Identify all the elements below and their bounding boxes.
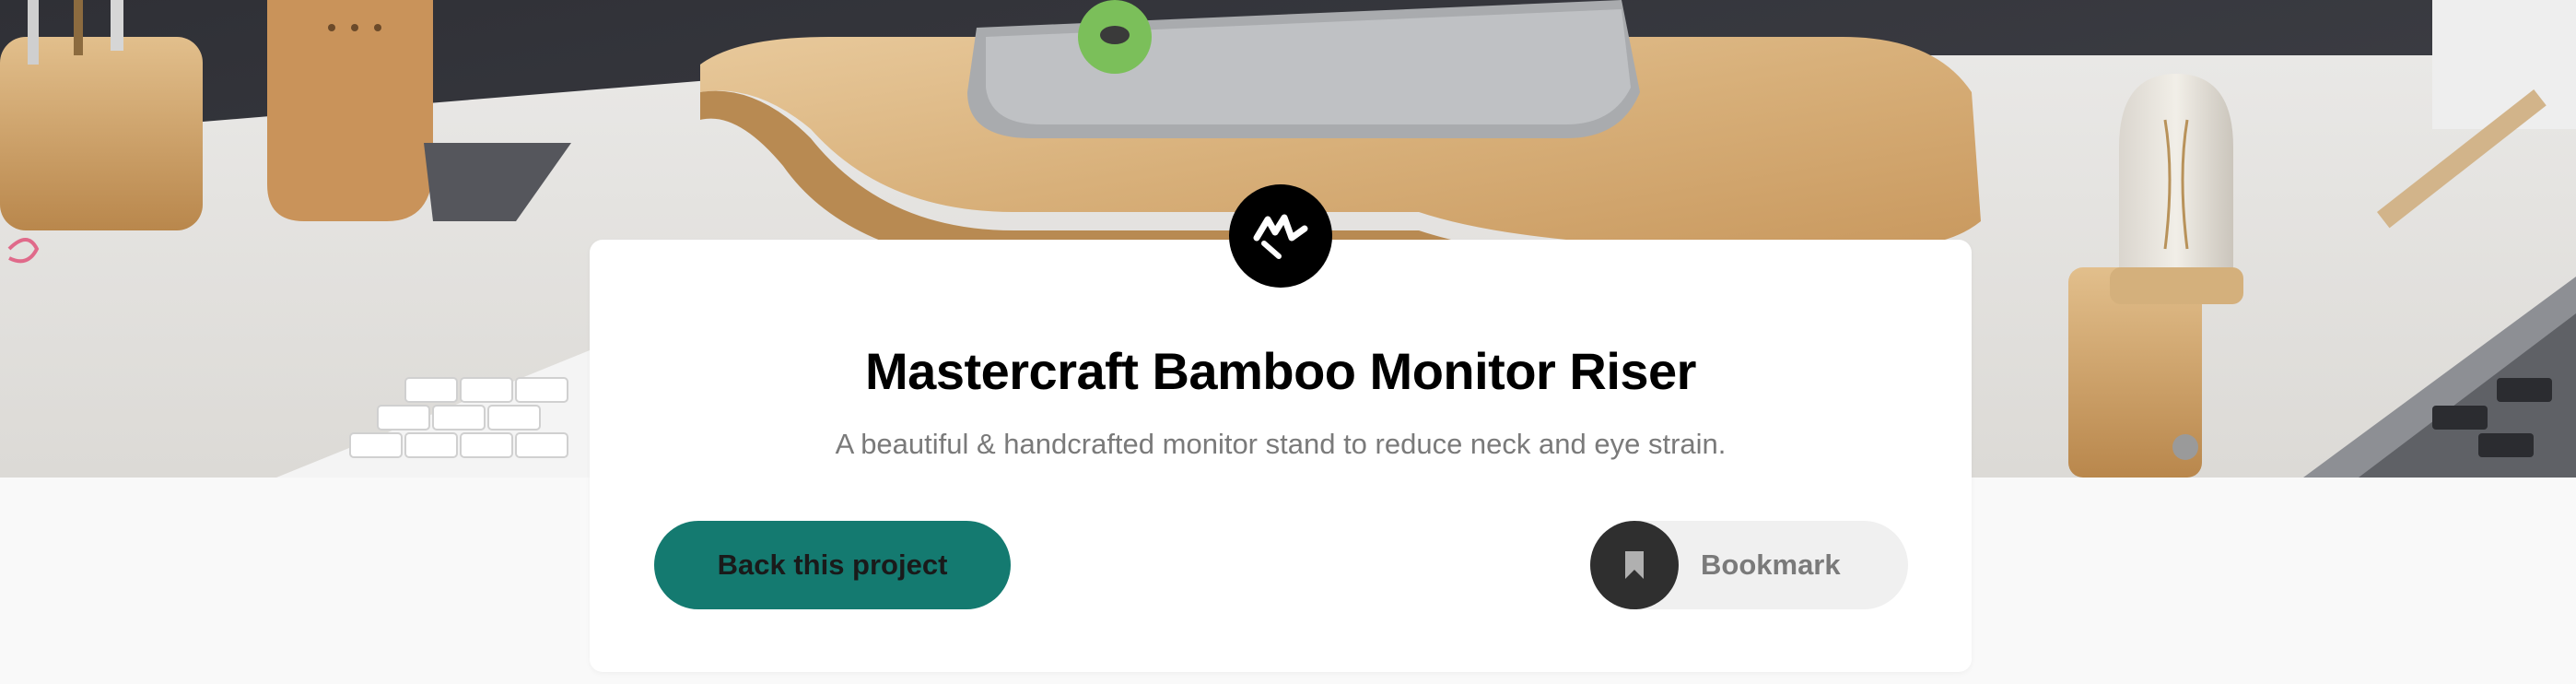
project-description: A beautiful & handcrafted monitor stand … — [835, 428, 1727, 460]
bookmark-label: Bookmark — [1701, 548, 1841, 581]
bookmark-button[interactable]: Bookmark — [1590, 521, 1908, 609]
bookmark-icon — [1625, 551, 1644, 579]
project-card: Mastercraft Bamboo Monitor Riser A beaut… — [590, 240, 1972, 672]
project-title: Mastercraft Bamboo Monitor Riser — [865, 342, 1696, 400]
bookmark-icon-circle — [1590, 521, 1679, 609]
m-logo-icon — [1229, 184, 1332, 288]
back-project-button[interactable]: Back this project — [654, 521, 1011, 609]
